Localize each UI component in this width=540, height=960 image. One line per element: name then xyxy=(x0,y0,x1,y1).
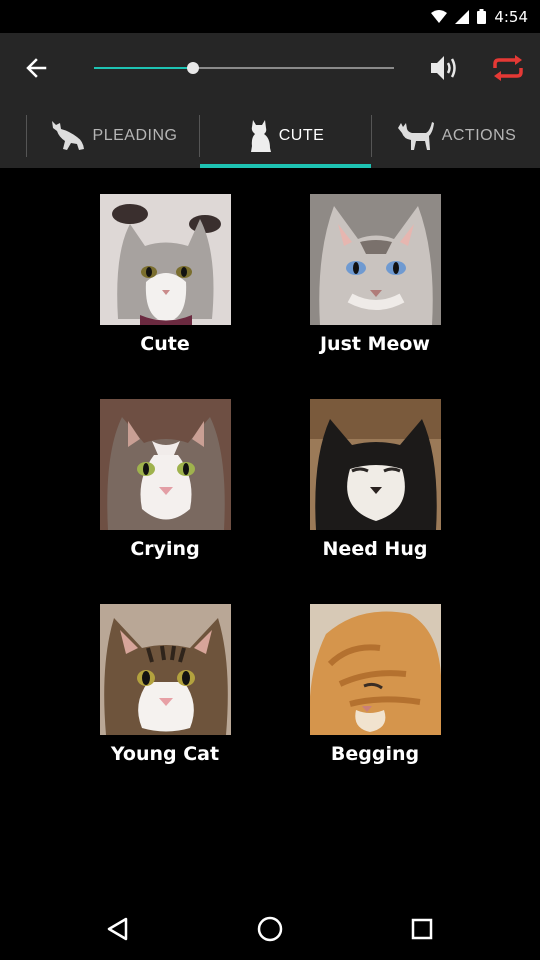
cat-photo-just-meow[interactable] xyxy=(309,194,441,325)
tab-label: ACTIONS xyxy=(441,126,517,144)
nav-back-icon xyxy=(107,917,128,941)
category-tabs: PLEADING CUTE ACTIONS xyxy=(0,103,540,168)
repeat-button[interactable] xyxy=(490,50,526,86)
nav-home-button[interactable] xyxy=(250,909,290,949)
cat-photo-begging[interactable] xyxy=(309,604,441,735)
clock: 4:54 xyxy=(494,7,528,26)
repeat-icon xyxy=(493,55,523,81)
nav-recents-button[interactable] xyxy=(402,909,442,949)
sound-item-just-meow[interactable]: Just Meow xyxy=(290,194,460,355)
volume-button[interactable] xyxy=(427,50,463,86)
tab-cute[interactable]: CUTE xyxy=(200,103,371,168)
tab-pleading[interactable]: PLEADING xyxy=(27,103,199,168)
back-button[interactable] xyxy=(18,50,54,86)
tab-label: PLEADING xyxy=(92,126,178,144)
sound-grid: Cute Just Meow Crying Need Hug Young Cat… xyxy=(0,168,540,897)
seekbar-thumb[interactable] xyxy=(187,62,199,74)
back-arrow-icon xyxy=(26,58,47,78)
cat-photo-crying[interactable] xyxy=(99,399,231,530)
system-navigation-bar xyxy=(0,897,540,960)
wifi-icon xyxy=(431,9,448,23)
nav-recents-icon xyxy=(411,918,433,940)
cat-photo-need-hug[interactable] xyxy=(309,399,441,530)
sound-item-cute[interactable]: Cute xyxy=(80,194,250,355)
playback-seekbar[interactable] xyxy=(94,59,394,77)
nav-home-icon xyxy=(257,916,283,942)
status-bar: 4:54 xyxy=(0,0,540,33)
battery-icon xyxy=(477,9,487,24)
sound-label: Crying xyxy=(130,538,200,560)
volume-icon xyxy=(431,56,456,80)
toolbar xyxy=(0,33,540,103)
sound-item-begging[interactable]: Begging xyxy=(290,604,460,765)
sound-label: Begging xyxy=(330,743,420,765)
pleading-cat-icon xyxy=(51,120,84,150)
walking-cat-icon xyxy=(397,121,434,150)
sound-label: Need Hug xyxy=(322,538,428,560)
sound-label: Cute xyxy=(140,333,190,355)
sound-label: Just Meow xyxy=(319,333,430,355)
cat-photo-cute[interactable] xyxy=(99,194,231,325)
sound-label: Young Cat xyxy=(110,743,220,765)
sound-item-crying[interactable]: Crying xyxy=(80,399,250,560)
signal-icon xyxy=(455,9,470,24)
cat-photo-young-cat[interactable] xyxy=(99,604,231,735)
tab-label: CUTE xyxy=(278,126,325,144)
sound-item-need-hug[interactable]: Need Hug xyxy=(290,399,460,560)
seekbar-progress xyxy=(94,67,193,69)
tab-actions[interactable]: ACTIONS xyxy=(372,103,540,168)
sound-item-young-cat[interactable]: Young Cat xyxy=(80,604,250,765)
nav-back-button[interactable] xyxy=(97,909,137,949)
sitting-cat-icon xyxy=(250,119,271,152)
